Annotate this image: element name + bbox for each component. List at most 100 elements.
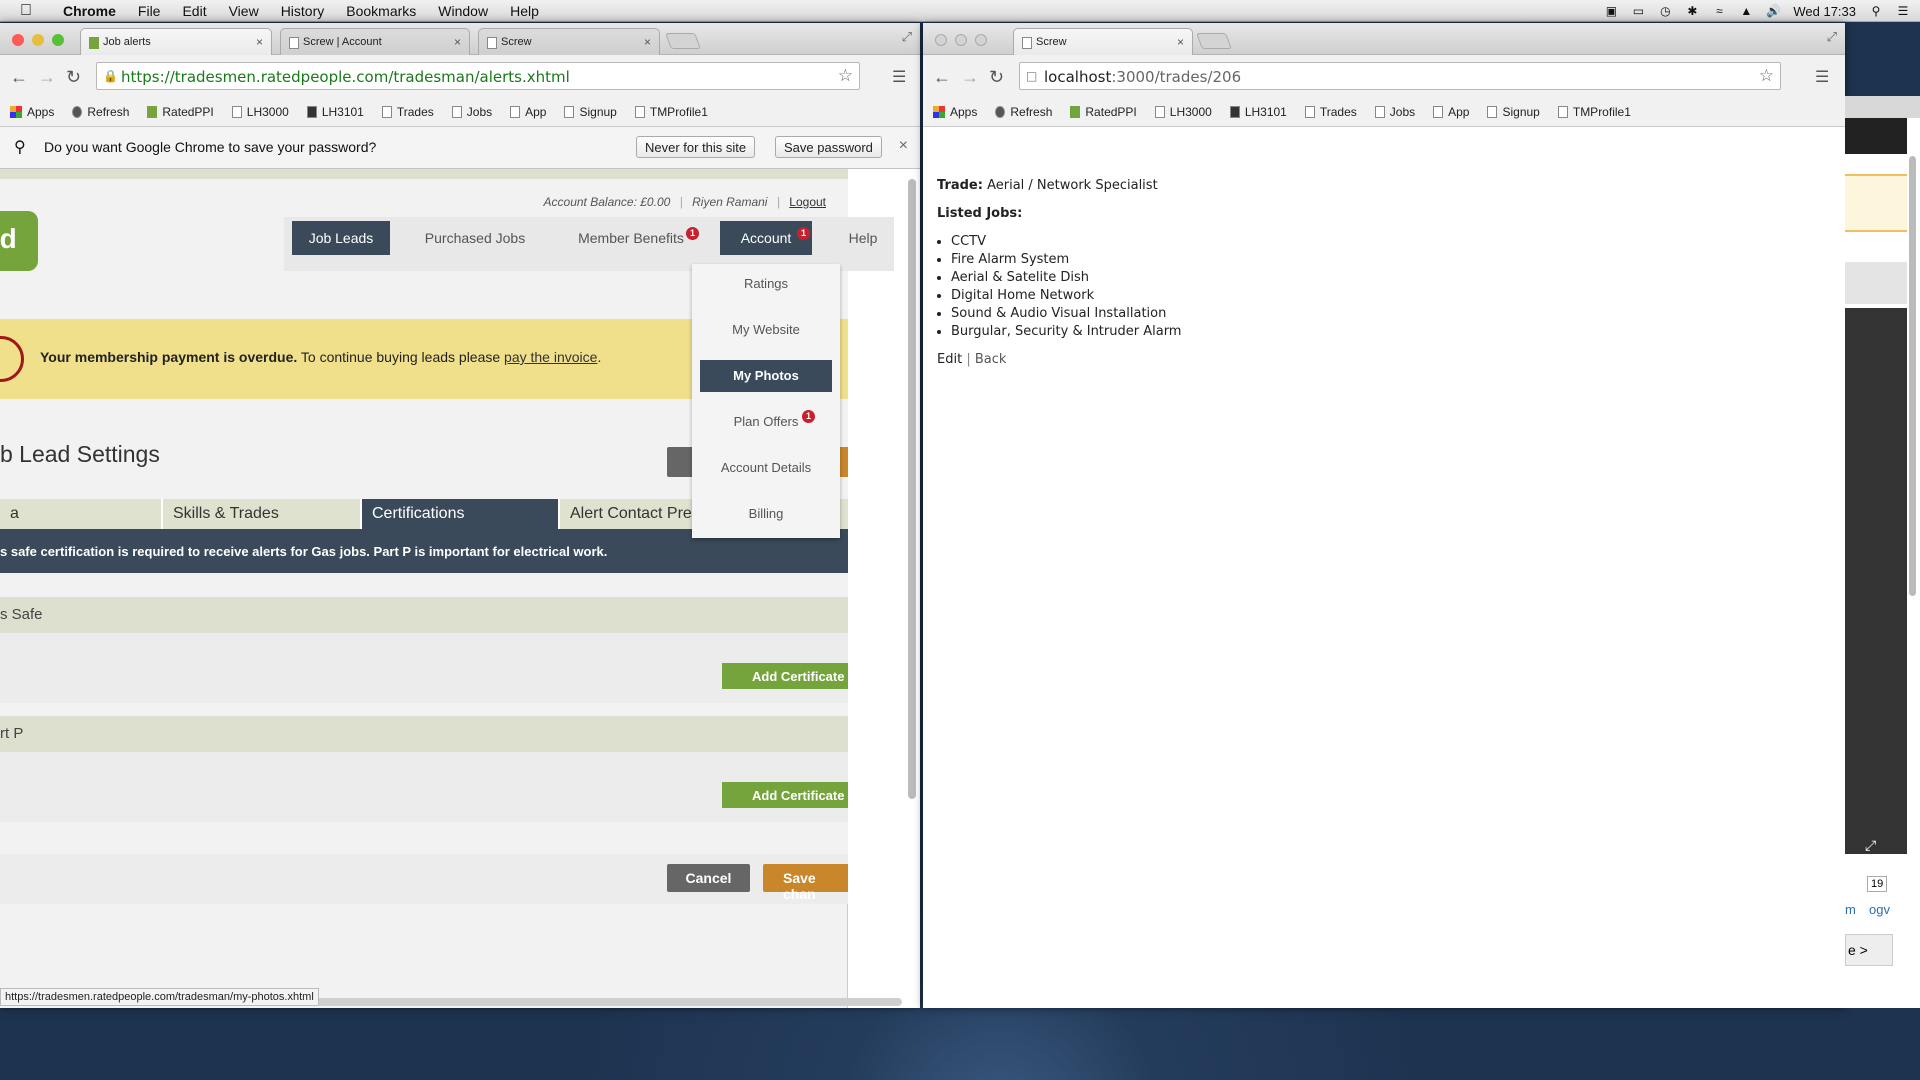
bookmark-app[interactable]: App [1433, 105, 1469, 119]
bookmark-trades[interactable]: Trades [381, 105, 434, 119]
reload-icon[interactable]: ↻ [66, 67, 81, 88]
spotlight-icon[interactable]: ⚲ [1869, 5, 1883, 17]
close-tab-icon[interactable]: × [454, 35, 461, 49]
fullscreen-icon[interactable]: ⤢ [902, 29, 912, 45]
menu-file[interactable]: File [127, 3, 172, 19]
nav-help[interactable]: Help [836, 221, 890, 255]
chrome-menu-icon[interactable]: ☰ [1815, 67, 1829, 87]
menu-my-website[interactable]: My Website [700, 314, 832, 346]
add-certificate-button[interactable]: Add Certificate [722, 663, 848, 689]
ogv-link[interactable]: ogv [1869, 902, 1890, 917]
never-for-this-site-button[interactable]: Never for this site [636, 136, 756, 158]
sliver-scrollbar[interactable] [1909, 156, 1916, 596]
bookmark-lh3101[interactable]: LH3101 [1229, 105, 1287, 119]
nav-member-benefits[interactable]: Member Benefits [570, 221, 692, 255]
back-link[interactable]: Back [975, 352, 1007, 367]
address-bar[interactable]: □ localhost:3000/trades/206 ☆ [1019, 62, 1781, 90]
eject-icon[interactable]: ▲ [1739, 5, 1753, 17]
fullscreen-icon[interactable]: ⤢ [1827, 29, 1837, 45]
pay-invoice-link[interactable]: pay the invoice [504, 349, 597, 365]
menu-help[interactable]: Help [499, 3, 550, 19]
tab-screw[interactable]: Screw × [1013, 28, 1193, 55]
back-arrow-icon[interactable]: ← [10, 67, 28, 88]
apple-menu-icon[interactable]:  [0, 2, 52, 20]
menu-bookmarks[interactable]: Bookmarks [335, 3, 427, 19]
tab-skills-trades[interactable]: Skills & Trades [163, 499, 362, 529]
close-tab-icon[interactable]: × [256, 35, 263, 49]
save-changes-button[interactable]: Save chan [763, 864, 848, 902]
close-infobar-icon[interactable]: × [899, 137, 908, 155]
menubar-clock[interactable]: Wed 17:33 [1793, 4, 1856, 19]
menu-edit[interactable]: Edit [171, 3, 217, 19]
ratedpeople-logo[interactable]: ed [0, 211, 38, 271]
new-tab-button[interactable] [665, 33, 701, 49]
zoom-window-icon[interactable] [52, 34, 64, 46]
bookmark-tmprofile1[interactable]: TMProfile1 [1557, 105, 1631, 119]
menu-billing[interactable]: Billing [700, 498, 832, 530]
zoom-window-icon[interactable] [975, 34, 987, 46]
menu-history[interactable]: History [270, 3, 336, 19]
close-tab-icon[interactable]: × [644, 35, 651, 49]
address-bar[interactable]: 🔒 https://tradesmen.ratedpeople.com/trad… [96, 62, 860, 90]
bookmark-refresh[interactable]: Refresh [72, 105, 129, 119]
nav-purchased-jobs[interactable]: Purchased Jobs [410, 221, 540, 255]
bookmark-lh3101[interactable]: LH3101 [306, 105, 364, 119]
nav-job-leads[interactable]: Job Leads [292, 221, 390, 255]
add-certificate-button[interactable]: Add Certificate [722, 782, 848, 808]
menu-app-name[interactable]: Chrome [52, 3, 127, 19]
bookmark-apps[interactable]: Apps [933, 105, 977, 119]
reload-icon[interactable]: ↻ [989, 67, 1004, 88]
menu-view[interactable]: View [218, 3, 270, 19]
expand-icon[interactable]: ⤢ [1865, 837, 1876, 854]
tab-certifications[interactable]: Certifications [362, 499, 560, 529]
bookmark-signup[interactable]: Signup [1487, 105, 1540, 119]
page-number[interactable]: 19 [1867, 876, 1888, 892]
tab-screw-account[interactable]: Screw | Account × [280, 28, 470, 55]
back-arrow-icon[interactable]: ← [933, 67, 951, 88]
bookmark-ratedppi[interactable]: RatedPPI [147, 105, 214, 119]
bookmark-ratedppi[interactable]: RatedPPI [1070, 105, 1137, 119]
bookmark-app[interactable]: App [510, 105, 546, 119]
minimize-window-icon[interactable] [32, 34, 44, 46]
bookmark-refresh[interactable]: Refresh [995, 105, 1052, 119]
volume-icon[interactable]: 🔊 [1766, 5, 1781, 17]
bookmark-trades[interactable]: Trades [1304, 105, 1357, 119]
close-tab-icon[interactable]: × [1177, 35, 1184, 49]
menu-window[interactable]: Window [427, 3, 499, 19]
tab-area[interactable]: a [0, 499, 163, 529]
menu-my-photos[interactable]: My Photos [700, 360, 832, 392]
bluetooth-icon[interactable]: ✱ [1685, 5, 1699, 17]
wifi-icon[interactable]: ≈ [1712, 5, 1726, 17]
bookmark-star-icon[interactable]: ☆ [838, 66, 853, 86]
bookmark-jobs[interactable]: Jobs [1374, 105, 1415, 119]
notification-center-icon[interactable]: ☰ [1896, 5, 1910, 17]
edit-link[interactable]: Edit [937, 352, 962, 367]
menu-account-details[interactable]: Account Details [700, 452, 832, 484]
close-window-icon[interactable] [12, 34, 24, 46]
vertical-scrollbar[interactable] [908, 179, 916, 799]
save-password-button[interactable]: Save password [775, 136, 882, 158]
bookmark-lh3000[interactable]: LH3000 [1154, 105, 1212, 119]
next-button[interactable]: e > [1845, 934, 1893, 966]
menu-ratings[interactable]: Ratings [700, 268, 832, 300]
bookmark-jobs[interactable]: Jobs [451, 105, 492, 119]
time-machine-icon[interactable]: ◷ [1658, 5, 1672, 17]
format-link[interactable]: m [1845, 902, 1856, 917]
airplay-icon[interactable]: ▭ [1631, 5, 1645, 17]
bookmark-tmprofile1[interactable]: TMProfile1 [634, 105, 708, 119]
tab-job-alerts[interactable]: Job alerts × [80, 28, 272, 55]
bookmark-star-icon[interactable]: ☆ [1759, 66, 1774, 86]
logout-link[interactable]: Logout [789, 195, 826, 209]
forward-arrow-icon[interactable]: → [38, 67, 56, 88]
minimize-window-icon[interactable] [955, 34, 967, 46]
close-window-icon[interactable] [935, 34, 947, 46]
bookmark-lh3000[interactable]: LH3000 [231, 105, 289, 119]
new-tab-button[interactable] [1196, 33, 1232, 49]
cancel-button[interactable]: Cancel [667, 864, 750, 892]
bookmark-apps[interactable]: Apps [10, 105, 54, 119]
tab-screw[interactable]: Screw × [478, 28, 660, 55]
forward-arrow-icon[interactable]: → [961, 67, 979, 88]
bookmark-signup[interactable]: Signup [564, 105, 617, 119]
evernote-icon[interactable]: ▣ [1604, 5, 1618, 17]
sliver-video-player[interactable] [1845, 308, 1907, 854]
